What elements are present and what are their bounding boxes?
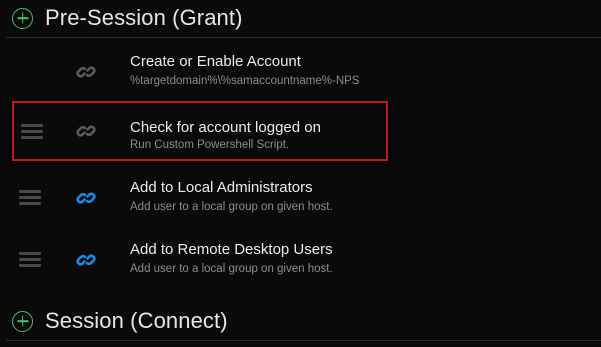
section-header-session[interactable]: Session (Connect) bbox=[12, 304, 228, 338]
item-subtitle: Add user to a local group on given host. bbox=[130, 263, 333, 275]
drag-handle-icon[interactable] bbox=[19, 190, 41, 206]
link-icon[interactable] bbox=[74, 60, 98, 84]
item-subtitle: Add user to a local group on given host. bbox=[130, 201, 333, 213]
list-item[interactable]: Add to Local Administrators Add user to … bbox=[12, 170, 392, 226]
section-divider bbox=[6, 340, 601, 341]
add-circle-icon[interactable] bbox=[12, 310, 33, 332]
section-title: Session (Connect) bbox=[45, 308, 228, 333]
section-header-pre-session[interactable]: Pre-Session (Grant) bbox=[12, 1, 243, 35]
section-title: Pre-Session (Grant) bbox=[45, 5, 243, 30]
section-divider bbox=[6, 37, 601, 38]
list-item[interactable]: Add to Remote Desktop Users Add user to … bbox=[12, 232, 392, 288]
item-title: Add to Remote Desktop Users bbox=[130, 241, 333, 258]
item-subtitle: Run Custom Powershell Script. bbox=[130, 139, 290, 151]
item-title: Create or Enable Account bbox=[130, 53, 301, 70]
item-title: Check for account logged on bbox=[130, 119, 321, 136]
drag-handle-icon[interactable] bbox=[21, 124, 43, 140]
item-title: Add to Local Administrators bbox=[130, 179, 313, 196]
link-icon[interactable] bbox=[74, 248, 98, 272]
link-icon[interactable] bbox=[74, 186, 98, 210]
link-icon[interactable] bbox=[74, 119, 98, 143]
add-circle-icon[interactable] bbox=[12, 7, 33, 29]
list-item-selected[interactable]: Check for account logged on Run Custom P… bbox=[12, 101, 388, 161]
list-item[interactable]: Create or Enable Account %targetdomain%\… bbox=[12, 44, 392, 100]
drag-handle-icon[interactable] bbox=[19, 252, 41, 268]
item-subtitle: %targetdomain%\%samaccountname%-NPS bbox=[130, 75, 360, 87]
